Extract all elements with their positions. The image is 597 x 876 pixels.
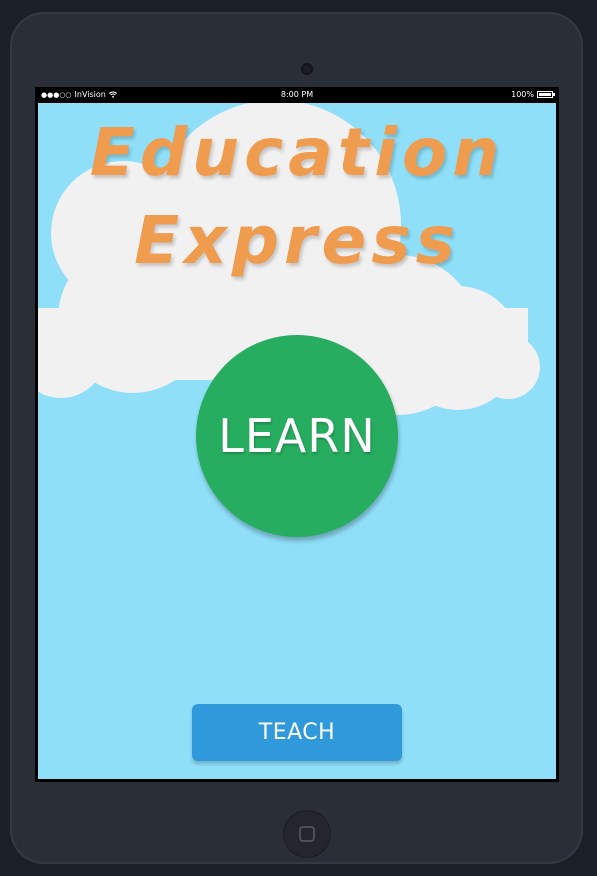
teach-button-label: TEACH — [258, 720, 336, 745]
front-camera — [301, 63, 313, 75]
battery-icon — [537, 91, 555, 98]
status-bar-time: 8:00 PM — [280, 90, 314, 99]
home-button[interactable] — [283, 810, 331, 858]
status-bar: ●●●○○ InVision 8:00 PM 100% — [35, 87, 559, 103]
battery-percentage: 100% — [511, 90, 534, 99]
app-title: Education Express — [38, 109, 556, 285]
teach-button[interactable]: TEACH — [192, 704, 402, 761]
battery-level — [539, 93, 551, 96]
app-title-line-1: Education — [89, 114, 505, 191]
device-screen: ●●●○○ InVision 8:00 PM 100% Education Ex… — [35, 87, 559, 782]
learn-button-label: LEARN — [218, 409, 376, 463]
home-square-icon — [299, 826, 315, 842]
learn-button[interactable]: LEARN — [196, 335, 398, 537]
status-bar-right: 100% — [511, 90, 555, 99]
app-screen: Education Express LEARN TEACH — [38, 103, 556, 779]
app-title-line-2: Express — [134, 202, 460, 279]
